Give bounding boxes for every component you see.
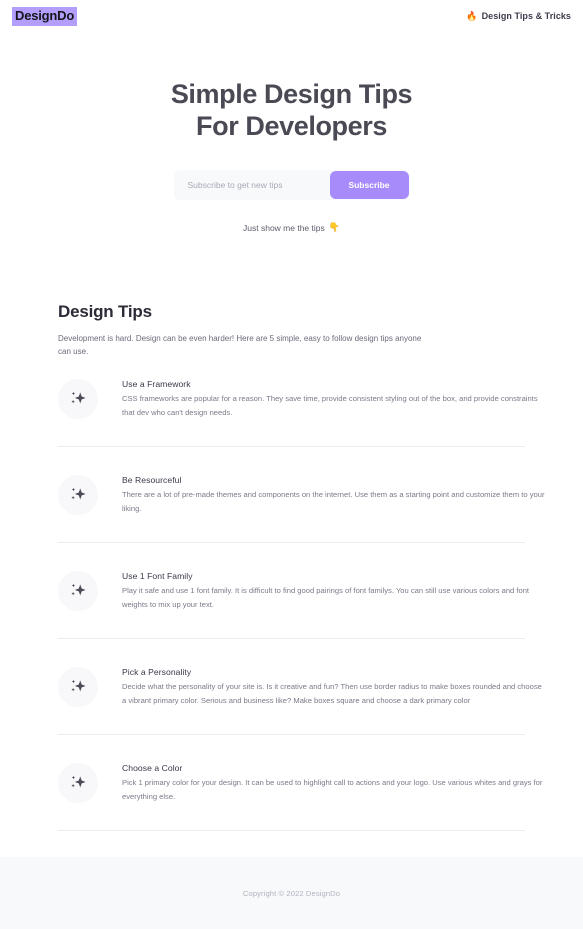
tip-spacer: [35, 419, 548, 446]
tip-body: Be Resourceful There are a lot of pre-mad…: [98, 473, 548, 515]
sparkles-icon: [58, 475, 98, 515]
tips-list: Use a Framework CSS frameworks are popula…: [35, 377, 548, 857]
site-footer: Copyright © 2022 DesignDo: [0, 857, 583, 929]
tip-row: Use a Framework CSS frameworks are popula…: [35, 377, 548, 419]
tip-spacer: [35, 639, 548, 665]
design-tips-section: Design Tips Development is hard. Design …: [0, 302, 583, 857]
subscribe-email-input[interactable]: [173, 170, 330, 200]
nav-link-design-tips-tricks[interactable]: 🔥 Design Tips & Tricks: [466, 7, 571, 21]
hero-title-line-2: For Developers: [196, 111, 387, 141]
tip-description: Play it safe and use 1 font family. It i…: [122, 586, 530, 609]
sparkles-icon: [58, 763, 98, 803]
tip-description: Decide what the personality of your site…: [122, 682, 542, 705]
tip-title: Pick a Personality: [122, 667, 192, 677]
tip-spacer: [35, 543, 548, 569]
tip-row: Pick a Personality Decide what the person…: [35, 665, 548, 707]
skip-to-tips-link[interactable]: Just show me the tips 👇: [0, 222, 583, 233]
fire-icon: 🔥: [466, 10, 478, 21]
pointing-down-hand-icon: 👇: [328, 222, 340, 232]
subscribe-form: Subscribe: [173, 170, 410, 200]
tip-spacer: [35, 515, 548, 542]
skip-to-tips-label: Just show me the tips: [243, 222, 325, 233]
page-root: DesignDo 🔥 Design Tips & Tricks Simple D…: [0, 0, 583, 929]
tip-body: Choose a Color Pick 1 primary color for y…: [98, 761, 548, 803]
tip-body: Use a Framework CSS frameworks are popula…: [98, 377, 548, 419]
tip-body: Pick a Personality Decide what the person…: [98, 665, 548, 707]
tip-title: Be Resourceful: [122, 475, 182, 485]
subscribe-button[interactable]: Subscribe: [329, 171, 409, 199]
tips-header: Design Tips Development is hard. Design …: [35, 302, 548, 358]
tip-spacer: [35, 611, 548, 638]
sparkles-icon: [58, 667, 98, 707]
tip-description: There are a lot of pre-made themes and c…: [122, 490, 545, 513]
page-title: Simple Design Tips For Developers: [0, 78, 583, 142]
hero-title-line-1: Simple Design Tips: [170, 79, 413, 109]
tip-spacer: [35, 803, 548, 830]
tips-heading: Design Tips: [58, 302, 152, 321]
site-header: DesignDo 🔥 Design Tips & Tricks: [0, 0, 583, 40]
tip-spacer: [35, 831, 548, 857]
sparkles-icon: [58, 571, 98, 611]
tip-title: Use 1 Font Family: [122, 571, 193, 581]
tip-description: CSS frameworks are popular for a reason.…: [122, 394, 538, 417]
tip-description: Pick 1 primary color for your design. It…: [122, 778, 543, 801]
tips-intro-text: Development is hard. Design can be even …: [58, 334, 422, 356]
hero-section: Simple Design Tips For Developers Subscr…: [0, 40, 583, 233]
tip-body: Use 1 Font Family Play it safe and use 1 …: [98, 569, 548, 611]
tip-title: Use a Framework: [122, 379, 191, 389]
sparkles-icon: [58, 379, 98, 419]
brand-logo[interactable]: DesignDo: [12, 7, 78, 26]
nav-link-label: Design Tips & Tricks: [481, 11, 571, 21]
tip-row: Use 1 Font Family Play it safe and use 1 …: [35, 569, 548, 611]
tip-spacer: [35, 447, 548, 473]
tip-row: Choose a Color Pick 1 primary color for y…: [35, 761, 548, 803]
tip-title: Choose a Color: [122, 763, 183, 773]
tip-spacer: [35, 735, 548, 761]
tip-spacer: [35, 707, 548, 734]
footer-copyright: Copyright © 2022 DesignDo: [242, 889, 341, 898]
tip-row: Be Resourceful There are a lot of pre-mad…: [35, 473, 548, 515]
